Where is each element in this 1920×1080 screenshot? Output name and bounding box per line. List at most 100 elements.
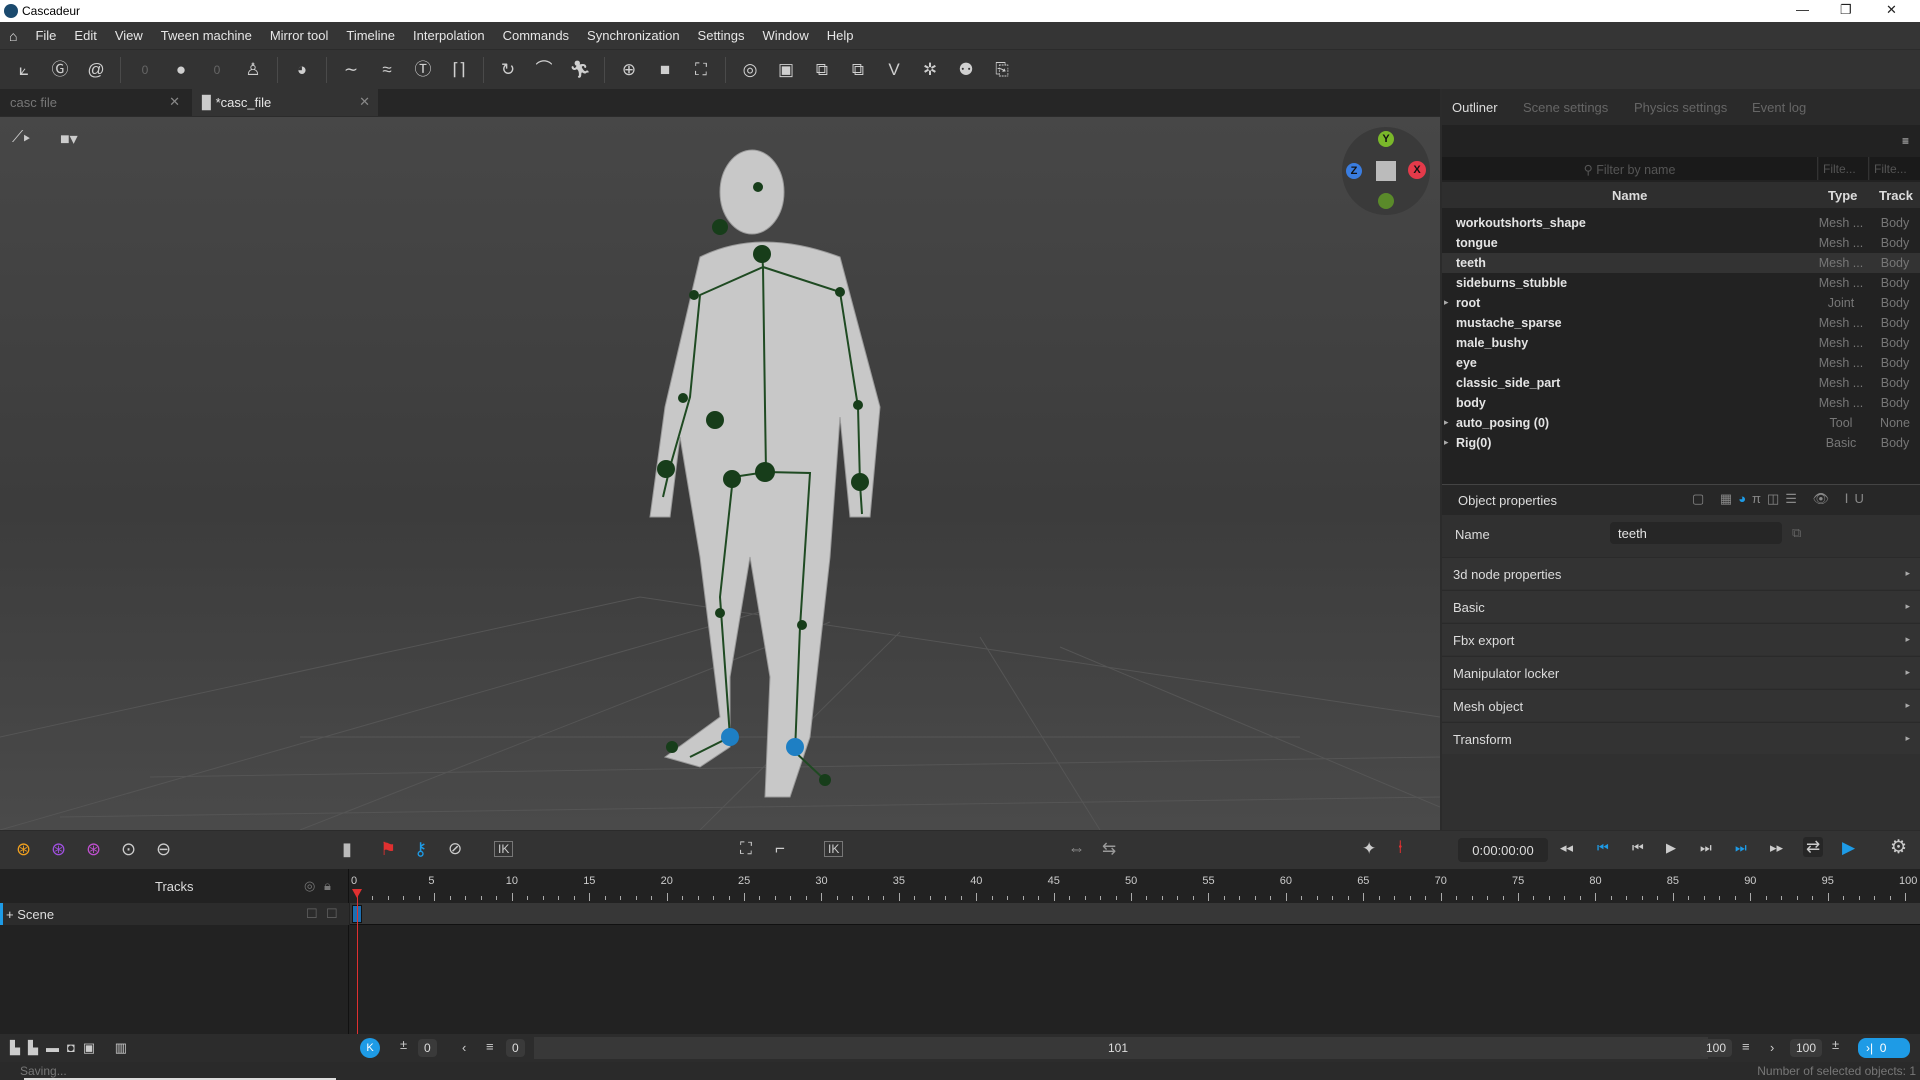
property-section[interactable]: 3d node properties ▸ [1442, 557, 1920, 589]
tab-casc-file-modified[interactable]: ▉ *casc_file ✕ [192, 89, 378, 116]
menu-view[interactable]: View [106, 28, 152, 43]
outliner-row[interactable]: teeth Mesh ... Body [1442, 253, 1920, 273]
property-section[interactable]: Manipulator locker ▸ [1442, 656, 1920, 688]
property-section[interactable]: Basic ▸ [1442, 590, 1920, 622]
menu-help[interactable]: Help [818, 28, 863, 43]
outliner-row[interactable]: ▸ Rig(0) Basic Body [1442, 433, 1920, 453]
expand-arrow-icon[interactable]: ▸ [1905, 568, 1910, 579]
ik-button[interactable]: IK [494, 841, 514, 857]
time-display[interactable]: 0:00:00:00 [1458, 838, 1548, 862]
red-flag-icon[interactable]: ⚑ [380, 839, 396, 860]
path-icon[interactable]: ⌒ [532, 58, 556, 82]
target-icon[interactable]: ⊕ [617, 58, 641, 82]
filter-type-input[interactable]: Filte... [1819, 157, 1869, 180]
expand-arrow-icon[interactable]: ▸ [1905, 634, 1910, 645]
purple-keyframe-icon[interactable]: ⊛ [51, 839, 66, 860]
tab-scene-settings[interactable]: Scene settings [1523, 100, 1608, 115]
stretch-icon[interactable]: ⇔ [1068, 839, 1085, 859]
gizmo-y-axis[interactable]: Y [1378, 131, 1394, 147]
column-track[interactable]: Track [1879, 188, 1913, 203]
property-section[interactable]: Mesh object ▸ [1442, 689, 1920, 721]
expand-arrow-icon[interactable]: ▸ [1444, 437, 1449, 448]
tween-icon[interactable]: ≈ [375, 58, 399, 82]
track-lock-checkbox[interactable]: ☐ [326, 906, 338, 922]
next-icon[interactable]: › [1770, 1040, 1774, 1055]
settings-gear-icon[interactable]: ⚙ [1890, 836, 1907, 859]
filter-name-input[interactable]: ⚲ Filter by name [1442, 157, 1818, 180]
close-tab-icon[interactable]: ✕ [169, 94, 180, 110]
name-input[interactable]: teeth [1610, 522, 1782, 544]
column-type[interactable]: Type [1828, 188, 1857, 203]
prev-icon[interactable]: ‹ [462, 1040, 466, 1055]
menu-settings[interactable]: Settings [689, 28, 754, 43]
tab-casc-file[interactable]: casc file ✕ [0, 89, 188, 116]
step-icon[interactable]: ⌐ [775, 839, 785, 859]
3d-viewport[interactable]: ⟋▸ ■▾ Y X Z [0, 117, 1440, 830]
expand-arrow-icon[interactable]: ▸ [1905, 733, 1910, 744]
outliner-row[interactable]: ▸ root Joint Body [1442, 293, 1920, 313]
loop-icon[interactable]: ⇄ [1803, 837, 1824, 857]
bracket-icon[interactable]: ⌈⌉ [447, 58, 471, 82]
tab-event-log[interactable]: Event log [1752, 100, 1806, 115]
outliner-row[interactable]: mustache_sparse Mesh ... Body [1442, 313, 1920, 333]
go-start-icon[interactable]: ⏮︎ [1597, 840, 1609, 856]
copy-name-icon[interactable]: ⧉ [1792, 525, 1801, 541]
outliner-row[interactable]: ▸ auto_posing (0) Tool None [1442, 413, 1920, 433]
menu-interpolation[interactable]: Interpolation [404, 28, 494, 43]
orange-keyframe-icon[interactable]: ⊛ [16, 839, 31, 860]
right-number[interactable]: 0 [205, 58, 229, 82]
end-list-icon[interactable]: ≡ [1742, 1039, 1750, 1054]
next-frame-icon[interactable]: ⏭︎ [1700, 840, 1712, 856]
play-icon[interactable]: ▶ [1666, 840, 1676, 856]
interval-icon[interactable]: ⊙ [121, 839, 136, 860]
playhead-line[interactable] [357, 889, 358, 1034]
end-frame-input-2[interactable]: 100 [1790, 1039, 1823, 1057]
start-frame-button[interactable]: K [360, 1038, 380, 1058]
mirror-icon[interactable]: V [882, 58, 906, 82]
menu-mirror-tool[interactable]: Mirror tool [261, 28, 338, 43]
lock-icon[interactable]: 🔒︎ [324, 878, 331, 894]
track-action-icons[interactable]: ▙▙▬◘▣ ▥ [10, 1040, 135, 1056]
shape-icon[interactable]: ◕ [290, 58, 314, 82]
text-icon[interactable]: Ⓣ [411, 58, 435, 82]
pin-icon[interactable]: ✦ [1362, 839, 1376, 859]
frame-icon[interactable]: ⛶ [689, 58, 713, 82]
copy-icon[interactable]: ⧉ [810, 58, 834, 82]
expand-arrow-icon[interactable]: ▸ [1905, 601, 1910, 612]
gizmo-x-axis[interactable]: X [1408, 161, 1426, 179]
track-visible-checkbox[interactable]: ☐ [306, 906, 318, 922]
expand-arrow-icon[interactable]: ▸ [1444, 297, 1449, 308]
expand-arrow-icon[interactable]: ▸ [1905, 667, 1910, 678]
physics-icon[interactable]: ◎ [738, 58, 762, 82]
step-list-icon[interactable]: ≡ [486, 1039, 494, 1054]
outliner-row[interactable]: male_bushy Mesh ... Body [1442, 333, 1920, 353]
outliner-row[interactable]: classic_side_part Mesh ... Body [1442, 373, 1920, 393]
go-end-icon[interactable]: ⏭︎ [1735, 840, 1747, 856]
close-tab-icon[interactable]: ✕ [359, 94, 370, 110]
close-button[interactable]: ✕ [1886, 2, 1897, 18]
column-name[interactable]: Name [1612, 188, 1647, 203]
end-stepper-icon[interactable]: ± [1832, 1037, 1839, 1052]
axis-tool-icon[interactable]: ⟀ [12, 58, 36, 82]
filter-track-input[interactable]: Filte... [1870, 157, 1920, 180]
expand-arrow-icon[interactable]: ▸ [1905, 700, 1910, 711]
play-options-icon[interactable]: ▶ [1842, 838, 1855, 858]
gizmo-z-axis[interactable]: Z [1346, 163, 1362, 179]
curve-icon[interactable]: ∼ [339, 58, 363, 82]
visibility-icon[interactable]: ◎ [304, 878, 315, 894]
scene-track-lane[interactable] [350, 903, 1920, 925]
marker-icon[interactable]: ▮ [342, 839, 352, 860]
person-icon[interactable]: ♙ [241, 58, 265, 82]
network-icon[interactable]: ✲ [918, 58, 942, 82]
start-stepper-icon[interactable]: ± [400, 1037, 407, 1052]
tab-physics-settings[interactable]: Physics settings [1634, 100, 1727, 115]
outliner-row[interactable]: tongue Mesh ... Body [1442, 233, 1920, 253]
key-icon[interactable]: ⚷ [414, 839, 427, 860]
rewind-icon[interactable]: ◂◂ [1560, 840, 1573, 856]
loop-key-icon[interactable]: ⊖ [156, 839, 171, 860]
dot-icon[interactable]: ● [169, 58, 193, 82]
global-local-icon[interactable]: Ⓖ [48, 58, 72, 82]
restore-button[interactable]: ❐ [1840, 2, 1852, 18]
playhead-marker[interactable] [352, 889, 362, 898]
tab-outliner[interactable]: Outliner [1452, 100, 1498, 115]
